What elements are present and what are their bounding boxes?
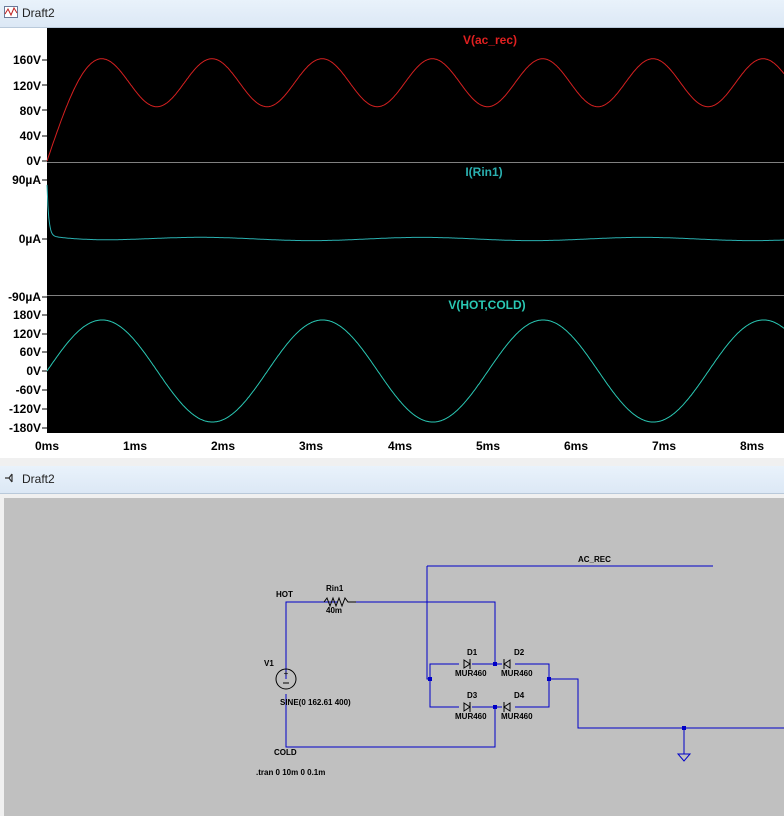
pane-3-ytick: 120V [13,327,41,341]
y-tick-marks [42,59,47,429]
pane-1-ytick: 40V [20,129,41,143]
pane-3-ytick: -180V [9,421,41,435]
pane-3-ytick: 180V [13,308,41,322]
schematic-window-title: Draft2 [22,472,55,486]
net-label-ac-rec[interactable]: AC_REC [578,555,611,564]
ground-icon[interactable] [676,753,692,762]
resistor-name[interactable]: Rin1 [326,584,343,593]
x-tick-label: 3ms [299,439,323,453]
pane-1-trace-label[interactable]: V(ac_rec) [463,33,517,47]
pane-3-ytick: 60V [20,345,41,359]
pane-1-ytick: 0V [26,154,41,168]
diode-d3[interactable] [463,702,471,712]
schematic-canvas[interactable]: + AC_REC HOT Rin1 40m V1 SINE(0 162.61 4… [4,498,784,816]
net-label-cold[interactable]: COLD [274,748,297,757]
schematic-window-titlebar[interactable]: Draft2 [0,466,784,494]
waveform-plot[interactable]: V(ac_rec) I(Rin1) V(HOT,COLD) 160V 120V … [0,28,784,458]
diode-d4[interactable] [503,702,511,712]
pane-2-ytick: 90µA [12,173,41,187]
diode-d1[interactable] [463,659,471,669]
resistor-rin1[interactable] [323,596,356,608]
pane-3-ytick: -60V [16,383,41,397]
diode-d3-name[interactable]: D3 [467,691,477,700]
pane-2-background[interactable] [47,163,784,295]
source-value[interactable]: SINE(0 162.61 400) [280,698,351,707]
x-tick-label: 0ms [35,439,59,453]
pane-3-ytick: -120V [9,402,41,416]
diode-d2[interactable] [503,659,511,669]
diode-d3-model[interactable]: MUR460 [455,712,487,721]
x-axis[interactable]: 0ms 1ms 2ms 3ms 4ms 5ms 6ms 7ms 8ms [35,439,764,453]
x-tick-label: 2ms [211,439,235,453]
waveform-viewer[interactable]: V(ac_rec) I(Rin1) V(HOT,COLD) 160V 120V … [0,28,784,458]
diode-d4-name[interactable]: D4 [514,691,524,700]
x-tick-label: 7ms [652,439,676,453]
resistor-value[interactable]: 40m [326,606,342,615]
net-label-hot[interactable]: HOT [276,590,293,599]
pane-2-trace-label[interactable]: I(Rin1) [465,165,502,179]
waveform-window-titlebar[interactable]: Draft2 [0,0,784,28]
waveform-app-icon [4,6,18,18]
diode-d2-model[interactable]: MUR460 [501,669,533,678]
pane-1-ytick: 120V [13,79,41,93]
pane-2-ytick: 0µA [19,232,42,246]
diode-d1-name[interactable]: D1 [467,648,477,657]
x-tick-label: 5ms [476,439,500,453]
pane-3-background[interactable] [47,296,784,433]
diode-d2-name[interactable]: D2 [514,648,524,657]
source-name[interactable]: V1 [264,659,274,668]
diode-d1-model[interactable]: MUR460 [455,669,487,678]
pane-3-ytick: 0V [26,364,41,378]
x-tick-label: 1ms [123,439,147,453]
pane-1-ytick: 160V [13,53,41,67]
schematic-app-icon [5,473,13,483]
x-tick-label: 4ms [388,439,412,453]
diode-d4-model[interactable]: MUR460 [501,712,533,721]
pane-2-ytick: -90µA [8,290,41,304]
pane-3-trace-label[interactable]: V(HOT,COLD) [448,298,525,312]
schematic-editor[interactable]: + AC_REC HOT Rin1 40m V1 SINE(0 162.61 4… [0,494,784,816]
svg-text:+: + [284,669,289,678]
wires[interactable] [285,565,784,754]
waveform-window-title: Draft2 [22,6,55,20]
pane-1-ytick: 80V [20,104,41,118]
x-tick-label: 6ms [564,439,588,453]
schematic-drawing[interactable]: + [4,498,784,816]
pane-1-background[interactable] [47,28,784,162]
x-tick-label: 8ms [740,439,764,453]
spice-directive[interactable]: .tran 0 10m 0 0.1m [256,768,325,777]
